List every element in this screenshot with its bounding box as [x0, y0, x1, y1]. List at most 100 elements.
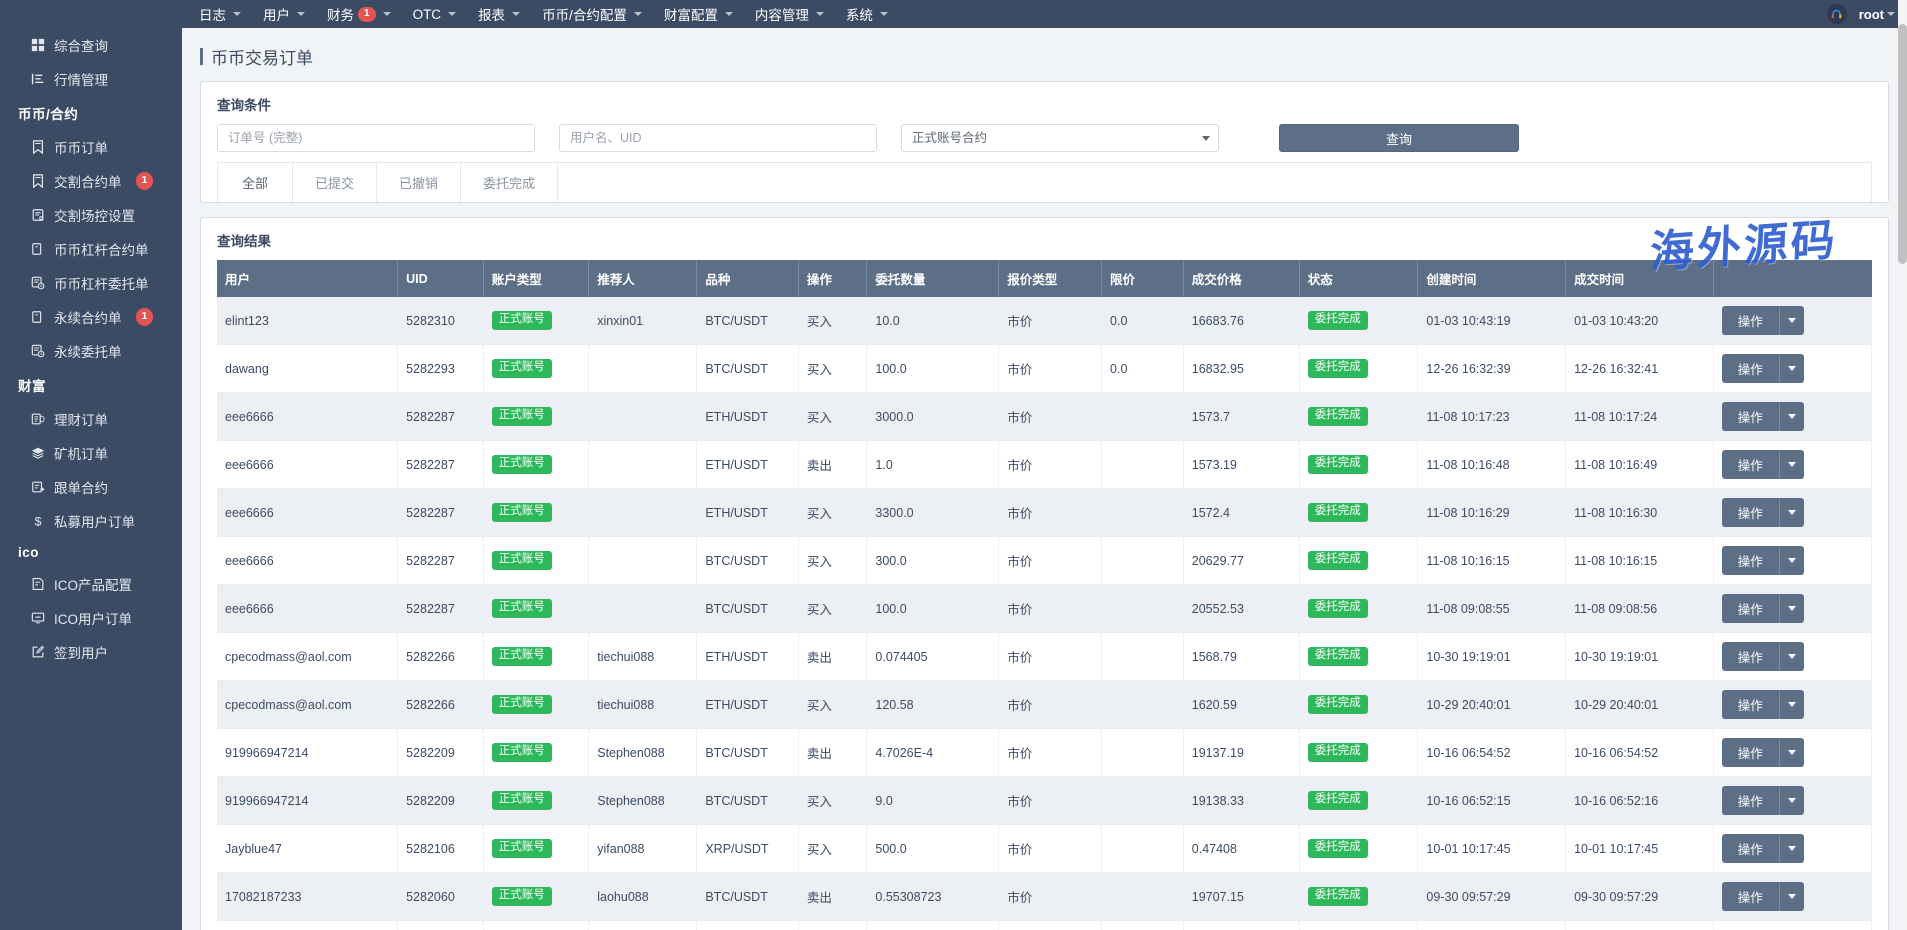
action-button[interactable]: 操作 — [1722, 546, 1779, 575]
cell-amount: 4.998E-5 — [867, 921, 999, 930]
action-button[interactable]: 操作 — [1722, 642, 1779, 671]
scrollbar-thumb[interactable] — [1898, 24, 1907, 264]
status-tab-1[interactable]: 已提交 — [293, 163, 377, 202]
chevron-down-icon — [1788, 702, 1796, 707]
status-tab-3[interactable]: 委托完成 — [461, 163, 558, 202]
cell-amount: 3300.0 — [867, 489, 999, 537]
action-button[interactable]: 操作 — [1722, 738, 1779, 767]
action-dropdown-toggle[interactable] — [1779, 594, 1804, 623]
account-type-badge: 正式账号 — [492, 695, 552, 714]
sidebar-item-18[interactable]: 签到用户 — [0, 635, 182, 669]
top-menu-item-4[interactable]: 报表 — [467, 0, 531, 28]
action-dropdown-toggle[interactable] — [1779, 786, 1804, 815]
sidebar-item-1[interactable]: 行情管理 — [0, 62, 182, 96]
action-button[interactable]: 操作 — [1722, 594, 1779, 623]
account-type-badge: 正式账号 — [492, 311, 552, 330]
cell-actions: 操作 — [1713, 777, 1871, 825]
sidebar-item-6[interactable]: 币币杠杆合约单 — [0, 232, 182, 266]
cell-deal_price: 16832.95 — [1183, 345, 1299, 393]
cell-actions: 操作 — [1713, 921, 1871, 930]
cell-account_type: 正式账号 — [483, 729, 588, 777]
action-button[interactable]: 操作 — [1722, 354, 1779, 383]
action-dropdown-toggle[interactable] — [1779, 354, 1804, 383]
sidebar-item-16[interactable]: ICO产品配置 — [0, 567, 182, 601]
account-type-select[interactable]: 正式账号合约模拟账号合约 — [901, 124, 1219, 152]
cell-create_time: 10-16 06:54:52 — [1418, 729, 1566, 777]
cell-side: 买入 — [798, 393, 867, 441]
page-title: 币币交易订单 — [200, 28, 1889, 81]
action-dropdown-toggle[interactable] — [1779, 690, 1804, 719]
list-clock-icon — [30, 276, 45, 291]
action-button[interactable]: 操作 — [1722, 402, 1779, 431]
sidebar-item-13[interactable]: 跟单合约 — [0, 470, 182, 504]
cell-referrer — [589, 537, 697, 585]
cell-actions: 操作 — [1713, 537, 1871, 585]
sidebar-item-0[interactable]: 综合查询 — [0, 28, 182, 62]
status-tab-0[interactable]: 全部 — [217, 163, 293, 202]
action-dropdown-toggle[interactable] — [1779, 882, 1804, 911]
sidebar-item-label: ICO用户订单 — [54, 608, 132, 628]
cell-status: 委托完成 — [1299, 489, 1418, 537]
action-dropdown-toggle[interactable] — [1779, 402, 1804, 431]
query-button[interactable]: 查询 — [1279, 124, 1519, 152]
sidebar-item-12[interactable]: 矿机订单 — [0, 436, 182, 470]
cell-user: eee6666 — [217, 393, 398, 441]
action-dropdown-toggle[interactable] — [1779, 546, 1804, 575]
user-search-input[interactable] — [559, 124, 877, 152]
sidebar-item-7[interactable]: 币币杠杆委托单 — [0, 266, 182, 300]
sidebar-item-11[interactable]: 理财订单 — [0, 402, 182, 436]
action-dropdown-toggle[interactable] — [1779, 642, 1804, 671]
cell-deal_time: 10-16 06:54:52 — [1566, 729, 1714, 777]
action-button[interactable]: 操作 — [1722, 882, 1779, 911]
cell-deal_time: 10-01 10:17:45 — [1566, 825, 1714, 873]
cell-amount: 0.55308723 — [867, 873, 999, 921]
action-dropdown-toggle[interactable] — [1779, 450, 1804, 479]
cell-quote_type: 市价 — [999, 297, 1102, 345]
sidebar-item-3[interactable]: 币币订单 — [0, 130, 182, 164]
top-menu-item-0[interactable]: 日志 — [188, 0, 252, 28]
sidebar-item-5[interactable]: 交割场控设置 — [0, 198, 182, 232]
order-no-input[interactable] — [217, 124, 535, 152]
cell-side: 买入 — [798, 825, 867, 873]
sidebar-item-17[interactable]: ICO用户订单 — [0, 601, 182, 635]
top-menu-item-5[interactable]: 币币/合约配置 — [531, 0, 653, 28]
top-menu-item-2[interactable]: 财务1 — [316, 0, 402, 28]
account-type-badge: 正式账号 — [492, 887, 552, 906]
top-menu-item-3[interactable]: OTC — [402, 3, 468, 26]
cell-deal_time: 09-30 09:57:29 — [1566, 873, 1714, 921]
top-menu-item-8[interactable]: 系统 — [835, 0, 899, 28]
sidebar-item-8[interactable]: 永续合约单1 — [0, 300, 182, 334]
action-button[interactable]: 操作 — [1722, 834, 1779, 863]
top-menu-item-7[interactable]: 内容管理 — [744, 0, 835, 28]
sidebar-item-9[interactable]: 永续委托单 — [0, 334, 182, 368]
cell-side: 卖出 — [798, 633, 867, 681]
action-dropdown-toggle[interactable] — [1779, 498, 1804, 527]
cell-deal_price: 1572.4 — [1183, 489, 1299, 537]
cell-referrer — [589, 393, 697, 441]
action-button[interactable]: 操作 — [1722, 690, 1779, 719]
cell-create_time: 12-26 16:32:39 — [1418, 345, 1566, 393]
cell-account_type: 正式账号 — [483, 825, 588, 873]
action-dropdown-toggle[interactable] — [1779, 834, 1804, 863]
user-menu[interactable]: root — [1859, 7, 1895, 22]
cell-side: 卖出 — [798, 873, 867, 921]
status-tab-2[interactable]: 已撤销 — [377, 163, 461, 202]
cell-status: 委托完成 — [1299, 441, 1418, 489]
action-button[interactable]: 操作 — [1722, 786, 1779, 815]
cell-quote_type: 市价 — [999, 489, 1102, 537]
action-dropdown-toggle[interactable] — [1779, 738, 1804, 767]
action-button[interactable]: 操作 — [1722, 306, 1779, 335]
headset-icon[interactable] — [1827, 4, 1847, 24]
top-menu-item-6[interactable]: 财富配置 — [653, 0, 744, 28]
sidebar-item-4[interactable]: 交割合约单1 — [0, 164, 182, 198]
action-button[interactable]: 操作 — [1722, 498, 1779, 527]
status-badge: 委托完成 — [1308, 839, 1368, 858]
page-title-text: 币币交易订单 — [211, 44, 313, 69]
action-button[interactable]: 操作 — [1722, 450, 1779, 479]
sidebar-item-14[interactable]: $私募用户订单 — [0, 504, 182, 538]
top-menu-item-1[interactable]: 用户 — [252, 0, 316, 28]
page-scrollbar[interactable] — [1898, 0, 1907, 930]
cell-side: 卖出 — [798, 729, 867, 777]
action-dropdown-toggle[interactable] — [1779, 306, 1804, 335]
account-type-badge: 正式账号 — [492, 551, 552, 570]
